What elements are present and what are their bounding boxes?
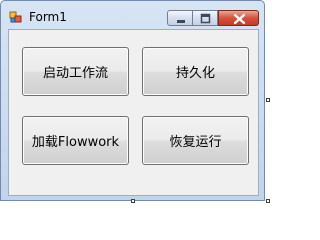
minimize-button[interactable]: [167, 10, 193, 26]
resume-button[interactable]: 恢复运行: [142, 116, 249, 165]
persist-button[interactable]: 持久化: [142, 47, 249, 96]
load-flowwork-button[interactable]: 加载Flowwork: [22, 116, 129, 165]
resize-handle-corner[interactable]: [266, 199, 270, 203]
form1-window: Form1 启动工作流 持久化 加载Flowwork 恢复运行: [0, 0, 265, 201]
form-client-area: 启动工作流 持久化 加载Flowwork 恢复运行: [8, 29, 259, 196]
maximize-button[interactable]: [193, 10, 218, 26]
form-icon: [9, 9, 23, 23]
minimize-icon: [177, 20, 185, 23]
close-button[interactable]: [218, 10, 259, 26]
close-icon: [233, 13, 246, 25]
title-bar[interactable]: Form1: [1, 1, 264, 29]
resize-handle-right[interactable]: [266, 98, 270, 102]
window-title: Form1: [29, 10, 67, 24]
maximize-icon: [200, 13, 211, 24]
start-workflow-button[interactable]: 启动工作流: [22, 47, 129, 96]
resize-handle-bottom[interactable]: [131, 199, 135, 203]
